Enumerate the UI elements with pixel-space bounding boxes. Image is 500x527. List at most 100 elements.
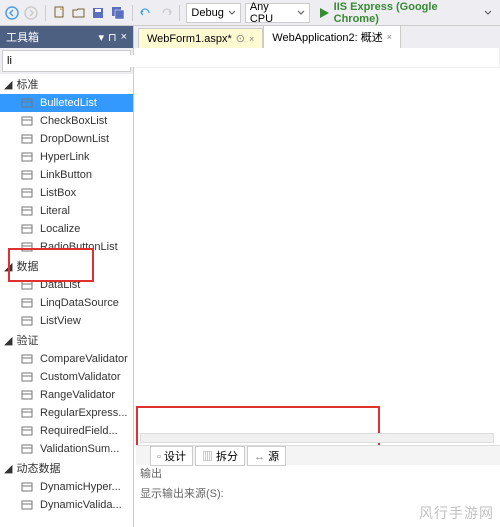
close-tab-icon[interactable]: × [387, 32, 392, 42]
toolbox-category[interactable]: ◢动态数据 [0, 458, 133, 478]
toolbox-item[interactable]: DynamicHyper... [0, 478, 133, 496]
toolbox-item-label: HyperLink [40, 151, 90, 163]
output-source-label: 显示输出来源(S): [136, 483, 228, 503]
toolbox-item-label: BulletedList [40, 97, 97, 109]
control-icon [20, 370, 34, 384]
category-label: 验证 [16, 332, 38, 348]
control-icon [20, 442, 34, 456]
chevron-down-icon [228, 9, 236, 17]
expand-icon: ◢ [4, 78, 12, 91]
control-icon [20, 480, 34, 494]
open-file-icon[interactable] [71, 5, 86, 21]
control-icon [20, 424, 34, 438]
solution-platform-value: Any CPU [250, 1, 294, 25]
editor-tabstrip: WebForm1.aspx* ⊙ ×WebApplication2: 概述 × [134, 26, 500, 48]
expand-icon: ◢ [4, 462, 12, 475]
toolbox-item-list: ◢ 标准BulletedList CheckBoxList DropDownList H… [0, 74, 133, 527]
toolbox-item[interactable]: BulletedList [0, 94, 133, 112]
control-icon [20, 352, 34, 366]
toolbox-item[interactable]: DropDownList [0, 130, 133, 148]
close-icon[interactable]: × [121, 31, 127, 44]
toolbox-item[interactable]: ValidationSum... [0, 440, 133, 458]
category-label: 数据 [16, 258, 38, 274]
save-icon[interactable] [91, 5, 106, 21]
toolbox-item[interactable]: ListView [0, 312, 133, 330]
control-icon [20, 186, 34, 200]
redo-icon[interactable] [158, 5, 173, 21]
nav-back-icon[interactable] [4, 5, 19, 21]
toolbox-item[interactable]: DataList [0, 276, 133, 294]
control-icon [20, 314, 34, 328]
dropdown-icon[interactable]: ▾ [98, 31, 104, 44]
toolbox-item-label: ValidationSum... [40, 443, 119, 455]
toolbox-item[interactable]: HyperLink [0, 148, 133, 166]
toolbox-item[interactable]: Localize [0, 220, 133, 238]
control-icon [20, 132, 34, 146]
view-switcher: ▫ 设计 ▥ 拆分 ↔ 源 [136, 445, 500, 465]
category-label: 标准 [16, 76, 38, 92]
expand-icon: ◢ [4, 260, 12, 273]
toolbox-item-label: LinqDataSource [40, 297, 119, 309]
pin-icon[interactable]: ⊓ [108, 31, 117, 44]
toolbox-search-box[interactable]: × ▾ [2, 50, 131, 72]
toolbox-item[interactable]: Literal [0, 202, 133, 220]
toolbox-item-label: RadioButtonList [40, 241, 118, 253]
chevron-down-icon [484, 9, 492, 17]
start-debug-button[interactable]: IIS Express (Google Chrome) [314, 1, 496, 25]
source-view-button[interactable]: ↔ 源 [247, 446, 286, 466]
toolbox-item[interactable]: DynamicValida... [0, 496, 133, 514]
toolbox-item[interactable]: RangeValidator [0, 386, 133, 404]
toolbox-item-label: Localize [40, 223, 80, 235]
toolbox-item[interactable]: LinqDataSource [0, 294, 133, 312]
control-icon [20, 406, 34, 420]
control-icon [20, 204, 34, 218]
chevron-down-icon [297, 9, 305, 17]
nav-forward-icon[interactable] [23, 5, 38, 21]
toolbox-item[interactable]: CheckBoxList [0, 112, 133, 130]
toolbox-category[interactable]: ◢ 数据 [0, 256, 133, 276]
tab-label: WebForm1.aspx* [147, 33, 232, 45]
editor-tab[interactable]: WebForm1.aspx* ⊙ × [138, 28, 263, 48]
horizontal-scrollbar[interactable] [140, 433, 494, 443]
control-icon [20, 278, 34, 292]
toolbox-item[interactable]: CompareValidator [0, 350, 133, 368]
control-icon [20, 498, 34, 512]
toolbox-item-label: Literal [40, 205, 70, 217]
control-icon [20, 114, 34, 128]
navigation-bar [134, 48, 500, 68]
nav-scope-dropdown[interactable] [134, 48, 500, 67]
toolbox-item-label: CheckBoxList [40, 115, 107, 127]
new-file-icon[interactable] [52, 5, 67, 21]
toolbox-item[interactable]: RadioButtonList [0, 238, 133, 256]
output-panel-title: 输出 [136, 463, 166, 483]
toolbar-separator [132, 5, 133, 21]
pin-icon[interactable]: ⊙ [236, 32, 245, 45]
control-icon [20, 150, 34, 164]
editor-tab[interactable]: WebApplication2: 概述 × [263, 25, 401, 48]
control-icon [20, 388, 34, 402]
toolbox-item[interactable]: RequiredField... [0, 422, 133, 440]
control-icon [20, 240, 34, 254]
toolbox-item[interactable]: CustomValidator [0, 368, 133, 386]
toolbox-item[interactable]: RegularExpress... [0, 404, 133, 422]
tab-label: WebApplication2: 概述 [272, 29, 382, 45]
toolbox-category[interactable]: ◢ 标准 [0, 74, 133, 94]
toolbox-item-label: DynamicHyper... [40, 481, 121, 493]
solution-platform-dropdown[interactable]: Any CPU [245, 3, 310, 23]
close-tab-icon[interactable]: × [249, 34, 254, 44]
undo-icon[interactable] [139, 5, 154, 21]
toolbox-title: 工具箱 [6, 29, 39, 45]
toolbox-category[interactable]: ◢验证 [0, 330, 133, 350]
solution-config-dropdown[interactable]: Debug [186, 3, 240, 23]
control-icon [20, 222, 34, 236]
split-view-button[interactable]: ▥ 拆分 [195, 446, 245, 466]
toolbox-item-label: CustomValidator [40, 371, 121, 383]
toolbar-separator [45, 5, 46, 21]
toolbox-item-label: ListBox [40, 187, 76, 199]
solution-config-value: Debug [191, 7, 223, 19]
toolbox-item[interactable]: ListBox [0, 184, 133, 202]
toolbox-item[interactable]: LinkButton [0, 166, 133, 184]
save-all-icon[interactable] [110, 5, 125, 21]
toolbox-item-label: RequiredField... [40, 425, 118, 437]
toolbox-search-input[interactable] [7, 55, 149, 67]
